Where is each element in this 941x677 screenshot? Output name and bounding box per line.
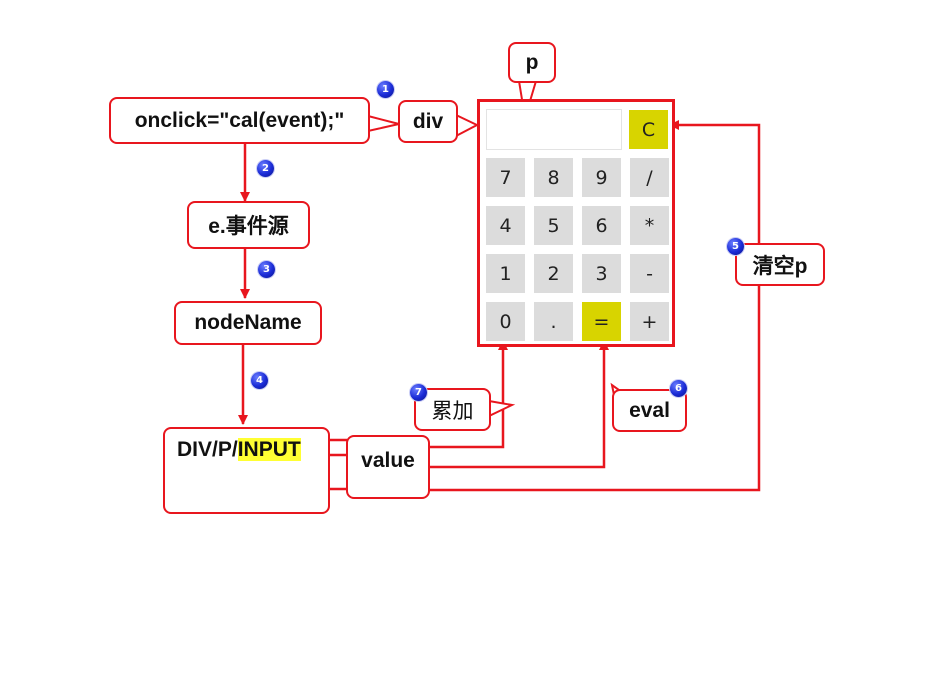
clear-key[interactable]: C xyxy=(629,110,668,149)
calc-key[interactable]: 4 xyxy=(486,206,525,245)
calc-key[interactable]: / xyxy=(630,158,669,197)
calc-key[interactable]: 6 xyxy=(582,206,621,245)
pointer-div xyxy=(455,113,480,138)
step-badge: 3 xyxy=(258,261,275,278)
zero-key[interactable]: 0 xyxy=(486,302,525,341)
clear-p-label: 清空p xyxy=(752,254,808,278)
clear-p-box: 清空p xyxy=(735,243,825,286)
p-label: p xyxy=(525,50,539,74)
calc-key[interactable]: - xyxy=(630,254,669,293)
element-type-box: DIV/P/INPUT xyxy=(163,427,330,514)
accumulate-label: 累加 xyxy=(431,399,474,423)
calc-key[interactable]: 9 xyxy=(582,158,621,197)
step-badge: 6 xyxy=(670,380,687,397)
event-source-label: e.事件源 xyxy=(208,215,289,238)
div-box: div xyxy=(398,100,458,143)
div-label: div xyxy=(412,109,444,133)
step-badge: 7 xyxy=(410,384,427,401)
calc-key[interactable]: . xyxy=(534,302,573,341)
calc-key[interactable]: 1 xyxy=(486,254,525,293)
calc-key[interactable]: * xyxy=(630,206,669,245)
step-badge: 5 xyxy=(727,238,744,255)
calc-key[interactable]: 7 xyxy=(486,158,525,197)
calc-key[interactable]: 2 xyxy=(534,254,573,293)
event-source-box: e.事件源 xyxy=(187,201,310,249)
calc-key[interactable]: 8 xyxy=(534,158,573,197)
eval-label: eval xyxy=(629,398,670,422)
input-highlight: INPUT xyxy=(237,438,301,461)
calc-key[interactable]: + xyxy=(630,302,669,341)
calc-key[interactable]: 3 xyxy=(582,254,621,293)
step-badge: 4 xyxy=(251,372,268,389)
diagram-canvas: onclick="cal(event);" div p e.事件源 nodeNa… xyxy=(0,0,941,677)
pointer-accumulate xyxy=(488,399,516,418)
value-box: value xyxy=(346,435,430,499)
pointer-onclick xyxy=(367,114,400,133)
value-label: value xyxy=(361,449,415,472)
calculator-display xyxy=(486,109,622,150)
element-type-label: DIV/P/INPUT xyxy=(177,438,301,462)
step-badge: 2 xyxy=(257,160,274,177)
p-box: p xyxy=(508,42,556,83)
nodename-box: nodeName xyxy=(174,301,322,345)
onclick-box: onclick="cal(event);" xyxy=(109,97,370,144)
onclick-label: onclick="cal(event);" xyxy=(134,108,345,132)
equals-key[interactable]: = xyxy=(582,302,621,341)
step-badge: 1 xyxy=(377,81,394,98)
calc-key[interactable]: 5 xyxy=(534,206,573,245)
calculator: C 7 8 9 / 4 5 6 * 1 2 3 - 0 . = + xyxy=(477,99,675,347)
div-p-text: DIV/P/ xyxy=(177,438,238,461)
nodename-label: nodeName xyxy=(194,311,302,334)
